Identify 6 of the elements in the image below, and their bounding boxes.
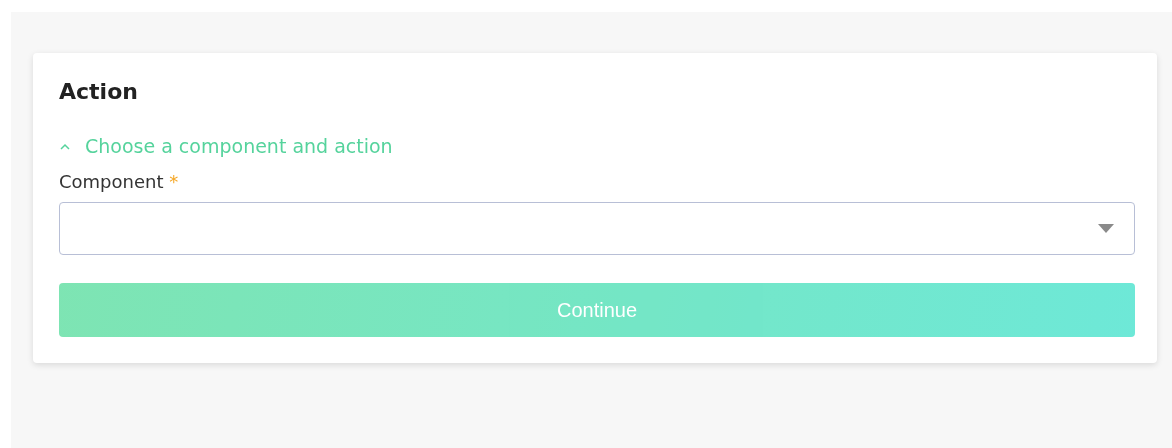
component-select[interactable] <box>59 201 1135 255</box>
card-title: Action <box>59 79 139 106</box>
dropdown-arrow-icon <box>1098 223 1114 233</box>
caret-icon <box>59 142 71 151</box>
field-label: Component * <box>59 170 180 194</box>
section-toggle[interactable]: Choose a component and action <box>59 135 393 159</box>
